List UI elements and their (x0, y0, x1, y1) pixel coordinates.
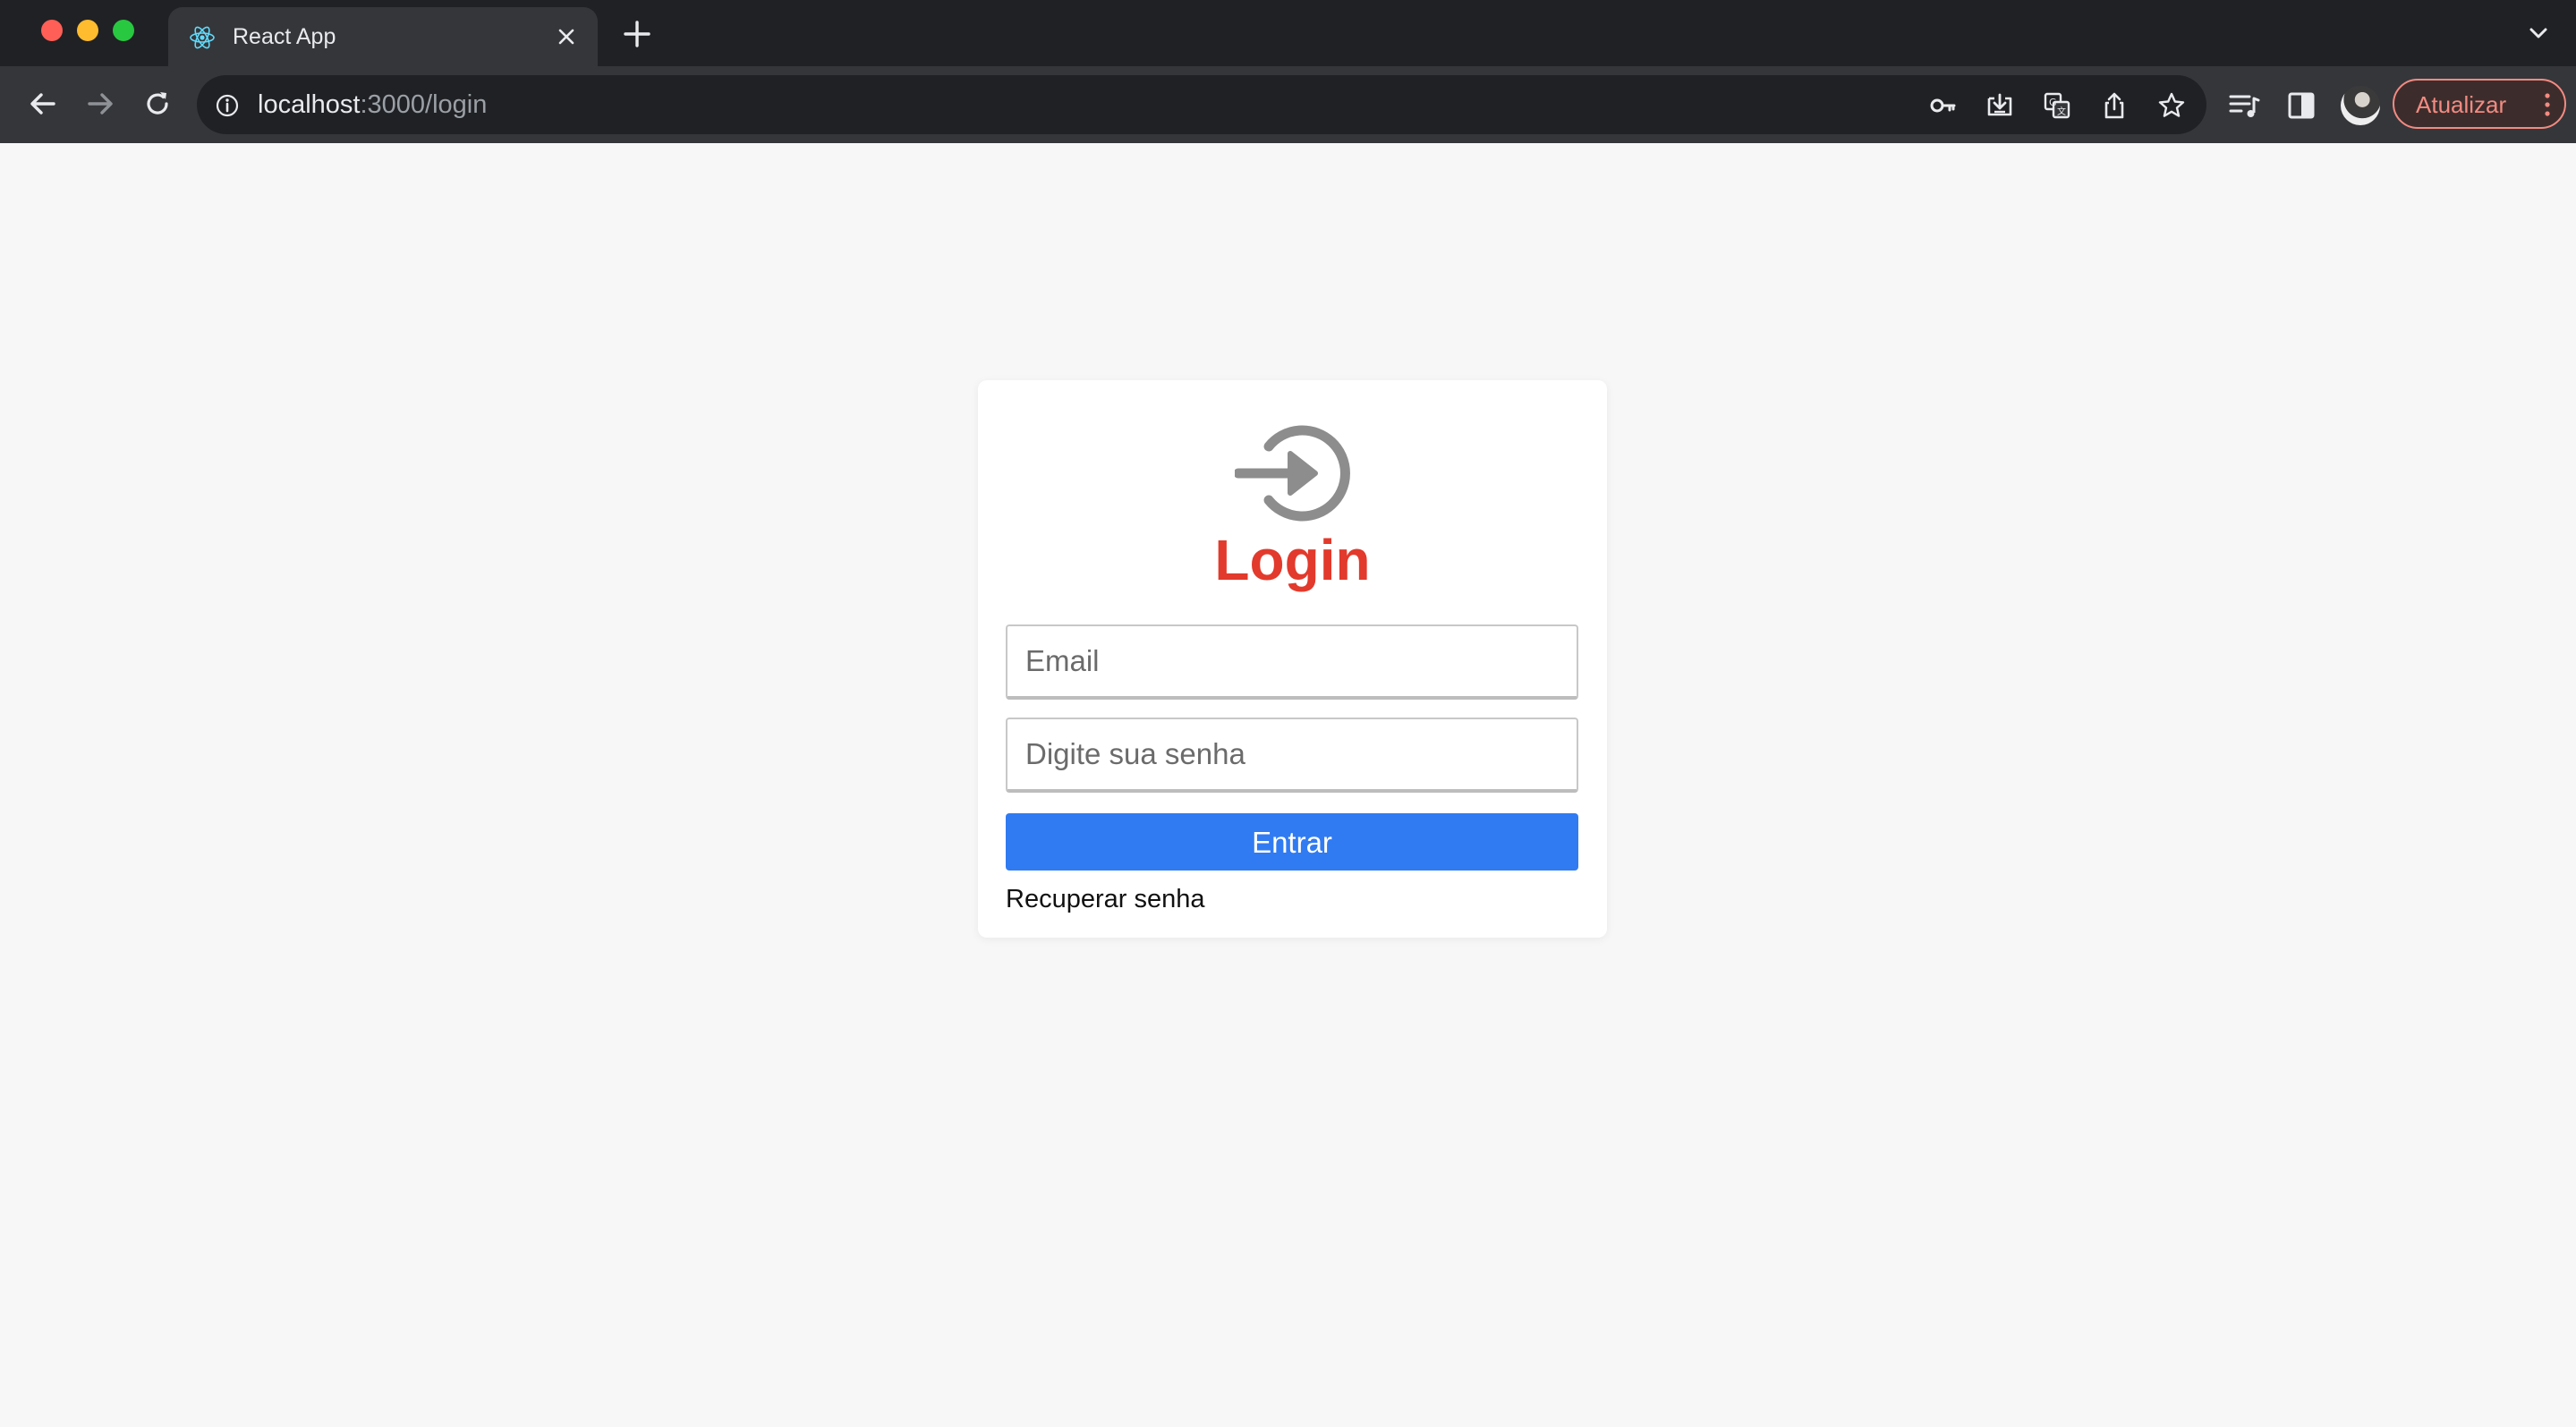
login-title: Login (1214, 528, 1371, 592)
chevron-down-icon[interactable] (2525, 20, 2552, 47)
update-browser-button[interactable]: Atualizar (2393, 79, 2566, 129)
svg-text:文: 文 (2057, 106, 2066, 117)
key-icon[interactable] (1927, 90, 1958, 121)
profile-avatar[interactable] (2341, 86, 2380, 125)
browser-tab-bar: React App (0, 0, 2576, 66)
url-text[interactable]: localhost:3000/login (258, 89, 487, 121)
side-panel-icon[interactable] (2285, 89, 2317, 122)
share-icon[interactable] (2099, 90, 2130, 121)
translate-icon[interactable]: G 文 (2042, 90, 2072, 121)
star-icon[interactable] (2156, 90, 2187, 121)
more-options-icon[interactable] (2543, 91, 2552, 118)
password-input[interactable] (1006, 718, 1578, 793)
email-input[interactable] (1006, 624, 1578, 700)
tab-title: React App (233, 24, 336, 49)
login-arrow-icon (1235, 425, 1350, 522)
page-viewport: Login Entrar Recuperar senha (0, 143, 2576, 1427)
maximize-window-button[interactable] (113, 20, 134, 41)
browser-tab[interactable]: React App (168, 7, 598, 66)
minimize-window-button[interactable] (77, 20, 98, 41)
new-tab-button[interactable] (621, 18, 653, 50)
arrow-left-icon (30, 93, 55, 115)
tab-close-button[interactable] (551, 21, 582, 52)
address-bar[interactable]: localhost:3000/login G 文 (197, 75, 2206, 134)
login-submit-button[interactable]: Entrar (1006, 813, 1578, 871)
browser-toolbar: localhost:3000/login G 文 Atualizar (0, 66, 2576, 143)
reload-icon (147, 92, 168, 115)
media-control-icon[interactable] (2228, 89, 2260, 122)
reload-button[interactable] (138, 84, 177, 123)
svg-text:G: G (2049, 97, 2057, 108)
close-icon (558, 29, 574, 45)
url-path: :3000/login (360, 90, 488, 119)
back-button[interactable] (23, 84, 63, 123)
info-icon[interactable] (215, 93, 240, 118)
close-window-button[interactable] (41, 20, 63, 41)
react-icon (190, 26, 215, 49)
arrow-right-icon (88, 93, 113, 115)
install-app-icon[interactable] (1985, 90, 2015, 121)
url-host: localhost (258, 90, 361, 119)
recover-password-link[interactable]: Recuperar senha (1006, 882, 1204, 916)
forward-button[interactable] (81, 84, 120, 123)
update-button-label: Atualizar (2416, 91, 2507, 118)
